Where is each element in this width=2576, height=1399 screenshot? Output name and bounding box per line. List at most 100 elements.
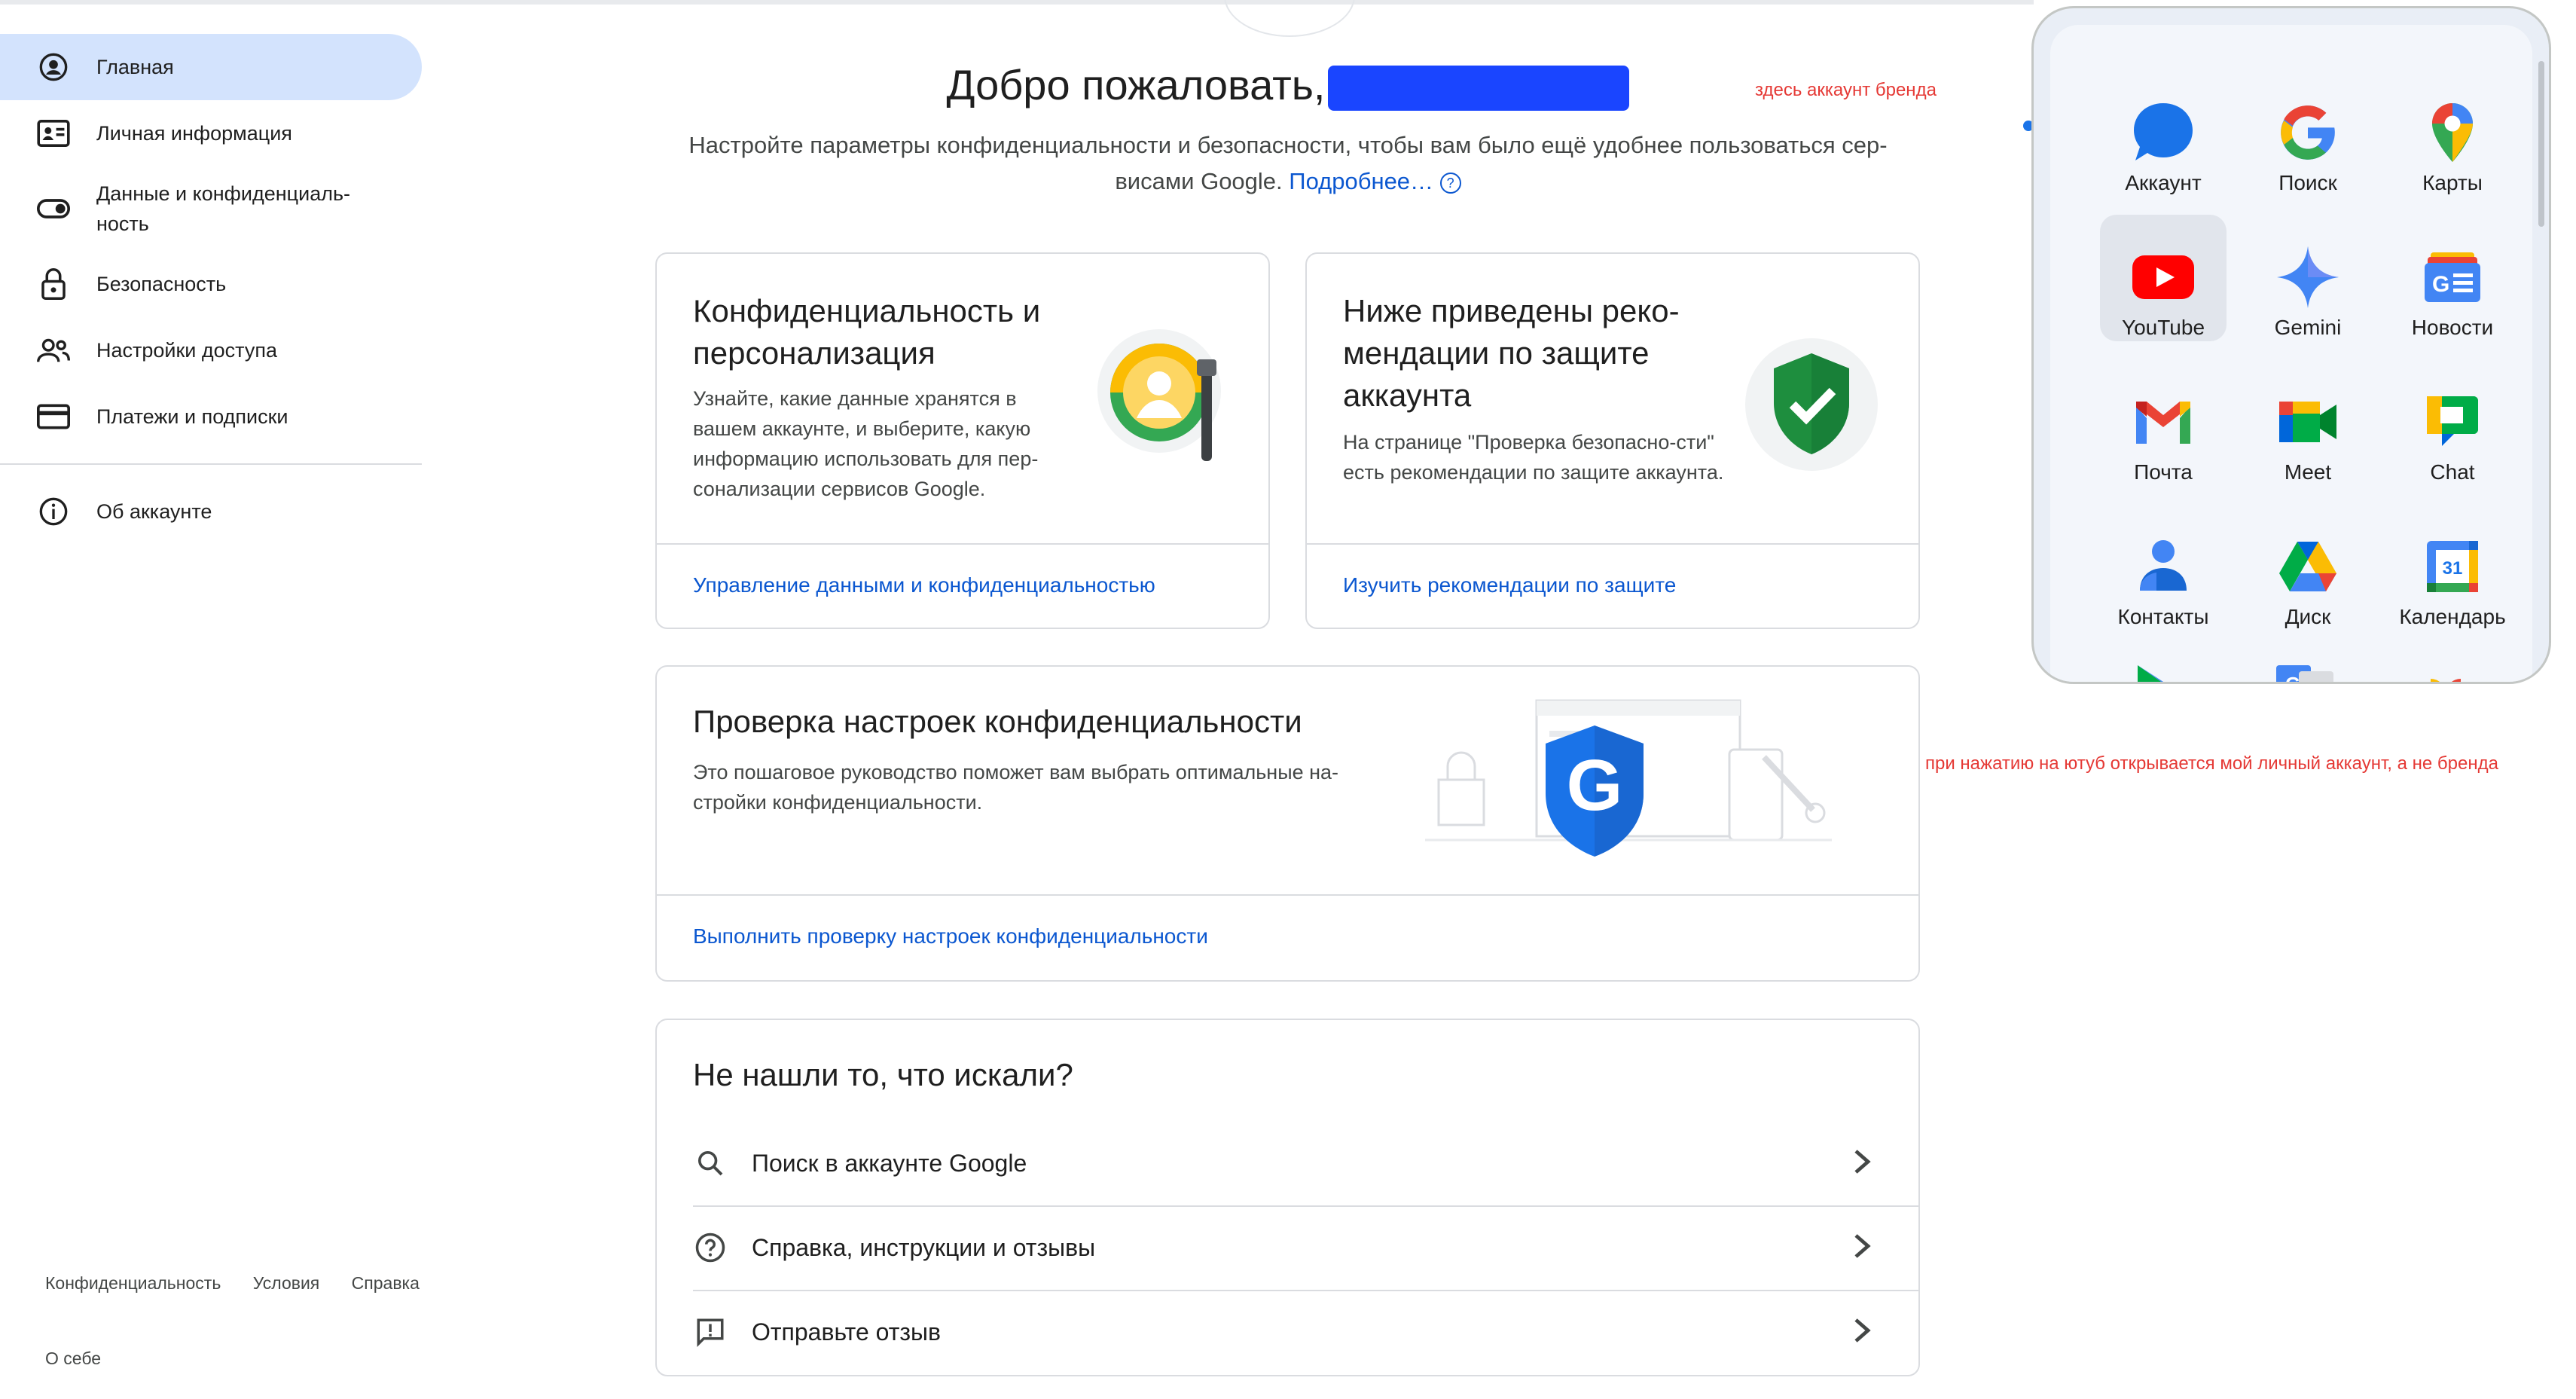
feedback-icon <box>691 1316 729 1348</box>
calendar-icon: 31 <box>2419 533 2486 600</box>
app-account[interactable]: Аккаунт <box>2100 70 2227 197</box>
footer-links: Конфиденциальность Условия Справка <box>45 1273 447 1294</box>
lock-icon <box>36 267 71 301</box>
apps-scrollbar[interactable] <box>2538 61 2544 227</box>
sidebar-item-label: Данные и конфиденциаль-ность <box>96 182 351 235</box>
card-description: Узнайте, какие данные хранятся в вашем а… <box>693 387 1039 500</box>
app-chat[interactable]: Chat <box>2389 359 2516 486</box>
app-label: Gemini <box>2274 316 2342 339</box>
photos-icon <box>2419 664 2472 682</box>
profile-avatar[interactable] <box>1224 0 1355 37</box>
annotation-brand: здесь аккаунт бренда <box>1755 80 1937 100</box>
credit-card-icon <box>36 399 71 434</box>
row-label: Поиск в аккаунте Google <box>752 1149 1027 1177</box>
sidebar-item-personal-info[interactable]: Личная информация <box>0 100 422 166</box>
shield-check-icon <box>1744 337 1879 476</box>
play-icon <box>2133 664 2193 682</box>
svg-text:G: G <box>1567 745 1623 826</box>
footer-about-link[interactable]: О себе <box>45 1349 101 1369</box>
apps-grid: Аккаунт Поиск Карты YouTube Gemini G Нов… <box>2050 25 2532 682</box>
welcome-section: Добро пожаловать, Настройте параметры ко… <box>655 60 1921 200</box>
search-icon <box>691 1148 729 1178</box>
app-label: Meet <box>2284 460 2332 484</box>
card-description: На странице "Проверка безопасно-сти" ест… <box>1343 431 1724 484</box>
privacy-card: Конфиденциальность и персонализация Узна… <box>655 252 1270 629</box>
google-apps-panel: Аккаунт Поиск Карты YouTube Gemini G Нов… <box>2031 6 2551 684</box>
help-row[interactable]: Справка, инструкции и отзывы <box>657 1206 1918 1289</box>
welcome-description: Настройте параметры конфиденциальности и… <box>655 127 1921 200</box>
sidebar-item-home[interactable]: Главная <box>0 34 422 100</box>
gemini-sparkle-icon <box>2274 243 2342 311</box>
privacy-checkup-illustration: G <box>1425 697 1854 889</box>
run-checkup-link[interactable]: Выполнить проверку настроек конфиденциал… <box>693 924 1208 948</box>
svg-text:G: G <box>2432 272 2449 297</box>
app-gmail[interactable]: Почта <box>2100 359 2227 486</box>
meet-icon <box>2274 388 2342 456</box>
sidebar-item-security[interactable]: Безопасность <box>0 251 422 317</box>
app-news[interactable]: G Новости <box>2389 215 2516 341</box>
chat-icon <box>2419 388 2486 456</box>
app-label: Поиск <box>2278 171 2337 194</box>
id-card-icon <box>36 116 71 151</box>
footer-help-link[interactable]: Справка <box>352 1273 420 1293</box>
app-label: Почта <box>2134 460 2193 484</box>
feedback-row[interactable]: Отправьте отзыв <box>657 1291 1918 1373</box>
app-gemini[interactable]: Gemini <box>2245 215 2371 341</box>
app-drive[interactable]: Диск <box>2245 504 2371 631</box>
not-found-card: Не нашли то, что искали? Поиск в аккаунт… <box>655 1019 1920 1376</box>
chevron-right-icon <box>1851 1315 1873 1349</box>
welcome-title-text: Добро пожаловать, <box>946 61 1326 108</box>
privacy-illustration <box>1097 329 1225 469</box>
card-footer: Изучить рекомендации по защите <box>1307 543 1918 628</box>
sidebar-item-label: Безопасность <box>96 273 227 295</box>
sidebar-item-label: Главная <box>96 56 174 78</box>
security-recommendations-link[interactable]: Изучить рекомендации по защите <box>1343 573 1676 597</box>
row-label: Отправьте отзыв <box>752 1318 942 1346</box>
welcome-description-text: Настройте параметры конфиденциальности и… <box>688 132 1888 195</box>
app-calendar[interactable]: 31 Календарь <box>2389 504 2516 631</box>
drive-icon <box>2274 533 2342 600</box>
sidebar-item-data-privacy[interactable]: Данные и конфиденциаль-ность <box>0 166 422 251</box>
app-contacts[interactable]: Контакты <box>2100 504 2227 631</box>
app-search[interactable]: Поиск <box>2245 70 2371 197</box>
chevron-right-icon <box>1851 1147 1873 1181</box>
card-description: Это пошаговое руководство поможет вам вы… <box>693 761 1339 814</box>
google-g-icon <box>2274 99 2342 166</box>
manage-data-link[interactable]: Управление данными и конфиденциальностью <box>693 573 1155 597</box>
page-title: Добро пожаловать, <box>655 60 1921 111</box>
sidebar-item-payments[interactable]: Платежи и подписки <box>0 383 422 450</box>
sidebar-item-sharing[interactable]: Настройки доступа <box>0 317 422 383</box>
card-footer: Управление данными и конфиденциальностью <box>657 543 1268 628</box>
app-label: Календарь <box>2399 605 2506 628</box>
account-circle-icon <box>36 50 71 84</box>
card-title: Не нашли то, что искали? <box>693 1057 1073 1092</box>
app-label: Контакты <box>2117 605 2209 628</box>
news-icon: G <box>2419 243 2486 311</box>
sidebar-item-label: Об аккаунте <box>96 500 212 523</box>
card-title: Проверка настроек конфиденциальности <box>693 704 1302 739</box>
gmail-icon <box>2129 388 2197 456</box>
app-meet[interactable]: Meet <box>2245 359 2371 486</box>
sidebar-item-about[interactable]: Об аккаунте <box>0 478 422 545</box>
app-maps[interactable]: Карты <box>2389 70 2516 197</box>
footer-terms-link[interactable]: Условия <box>253 1273 320 1293</box>
help-circle-icon[interactable]: ? <box>1439 173 1461 194</box>
card-title: Ниже приведены реко-мендации по защите а… <box>1343 293 1680 413</box>
app-label: Диск <box>2285 605 2331 628</box>
youtube-icon <box>2129 243 2197 311</box>
maps-pin-icon <box>2419 99 2486 166</box>
privacy-checkup-card: Проверка настроек конфиденциальности Это… <box>655 665 1920 982</box>
learn-more-link[interactable]: Подробнее… <box>1289 168 1433 194</box>
sidebar-divider <box>0 463 422 465</box>
chevron-right-icon <box>1851 1231 1873 1265</box>
app-label: Chat <box>2430 460 2475 484</box>
redacted-name <box>1328 66 1630 111</box>
annotation-youtube: при нажатию на ютуб открывается мой личн… <box>1925 753 2498 774</box>
footer-privacy-link[interactable]: Конфиденциальность <box>45 1273 221 1293</box>
app-youtube[interactable]: YouTube <box>2100 215 2227 341</box>
calendar-day-label: 31 <box>2443 558 2463 579</box>
app-label: YouTube <box>2121 316 2205 339</box>
sidebar-item-label: Платежи и подписки <box>96 405 288 428</box>
search-account-row[interactable]: Поиск в аккаунте Google <box>657 1122 1918 1205</box>
account-bubble-icon <box>2129 99 2197 166</box>
